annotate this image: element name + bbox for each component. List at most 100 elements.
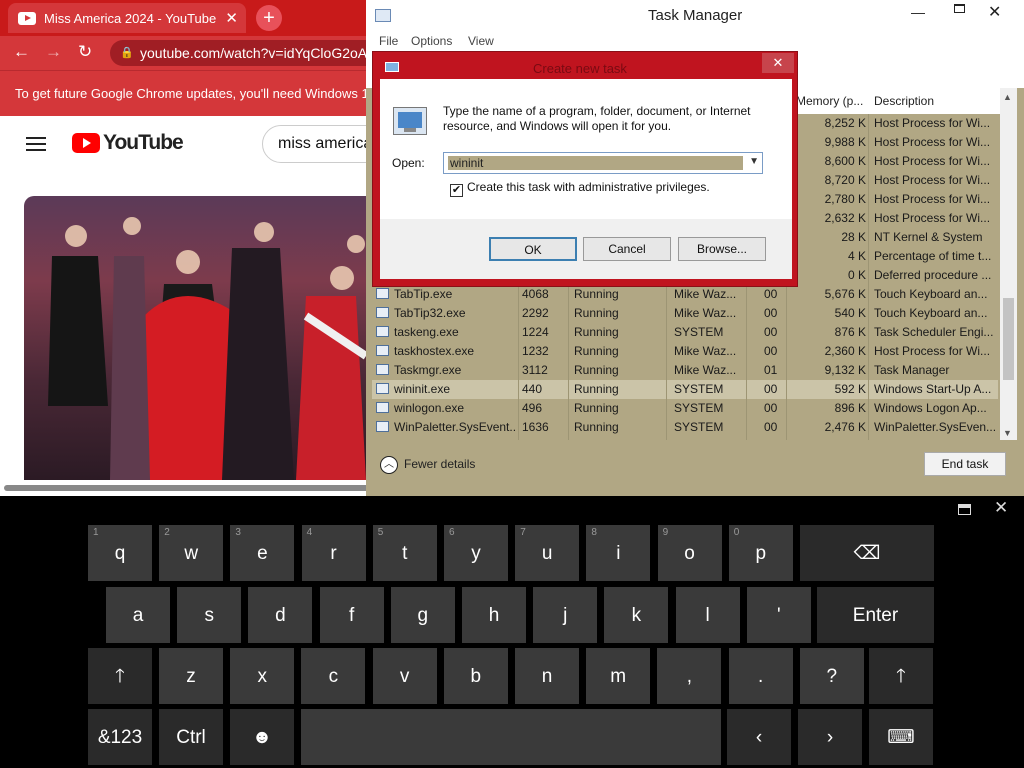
tab-close-icon[interactable]: ✕ <box>225 9 238 27</box>
table-row[interactable]: WinPaletter.SysEvent... 1636 Running SYSTEM… <box>372 418 998 437</box>
cell-name: Taskmgr.exe <box>376 361 516 380</box>
key-row3-1[interactable]: x <box>230 648 295 704</box>
key-row3-4[interactable]: b <box>443 648 508 704</box>
table-row[interactable]: wininit.exe 440 Running SYSTEM 00 592 K Window… <box>372 380 998 399</box>
ok-button[interactable]: OK <box>489 237 577 261</box>
browser-tab[interactable]: Miss America 2024 - YouTube ✕ <box>8 3 246 33</box>
back-arrow-icon[interactable]: ← <box>13 42 30 62</box>
cancel-button[interactable]: Cancel <box>583 237 671 261</box>
key-o[interactable]: 9o <box>657 525 722 581</box>
video-player[interactable] <box>24 196 370 480</box>
key-q[interactable]: 1q <box>88 525 152 581</box>
space-key[interactable] <box>301 709 721 765</box>
right-arrow-key[interactable]: › <box>798 709 862 765</box>
key-row3-3[interactable]: v <box>372 648 437 704</box>
key-row2-9[interactable]: ' <box>746 587 811 643</box>
key-i[interactable]: 8i <box>586 525 651 581</box>
key-row2-5[interactable]: h <box>462 587 526 643</box>
key-r[interactable]: 4r <box>301 525 366 581</box>
hamburger-menu-icon[interactable] <box>26 137 46 151</box>
address-bar[interactable]: 🔒 youtube.com/watch?v=idYqCloG2oA <box>110 40 370 66</box>
key-t[interactable]: 5t <box>372 525 437 581</box>
youtube-search-input[interactable]: miss america <box>262 125 370 163</box>
shift-right-key[interactable]: 🡑 <box>869 648 933 704</box>
key-label: a <box>132 605 144 626</box>
process-icon <box>376 364 389 375</box>
key-y[interactable]: 6y <box>444 525 508 581</box>
open-combobox[interactable]: wininit ▼ <box>443 152 763 174</box>
maximize-icon[interactable] <box>954 4 965 13</box>
cell-mem: 540 K <box>792 304 866 323</box>
cell-pid: 496 <box>522 399 562 418</box>
key-row3-0[interactable]: z <box>159 648 223 704</box>
key-row2-3[interactable]: f <box>319 587 384 643</box>
key-row3-6[interactable]: m <box>586 648 651 704</box>
key-row2-0[interactable]: a <box>106 587 170 643</box>
column-memory[interactable]: Memory (p... <box>796 94 863 108</box>
key-row2-1[interactable]: s <box>177 587 242 643</box>
youtube-logo-icon[interactable] <box>72 133 100 153</box>
new-tab-button[interactable]: + <box>256 5 282 31</box>
scroll-down-icon[interactable]: ▼ <box>1003 428 1012 438</box>
scroll-up-icon[interactable]: ▲ <box>1003 92 1012 102</box>
browse-button[interactable]: Browse... <box>678 237 766 261</box>
key-row3-7[interactable]: , <box>657 648 722 704</box>
key-label: n <box>541 666 553 687</box>
table-row[interactable]: taskhostex.exe 1232 Running Mike Waz... 00 2,… <box>372 342 998 361</box>
key-p[interactable]: 0p <box>728 525 793 581</box>
key-label: x <box>257 666 267 687</box>
horizontal-scrollbar[interactable] <box>4 485 370 491</box>
key-row2-8[interactable]: l <box>675 587 740 643</box>
key-row2-4[interactable]: g <box>390 587 455 643</box>
key-row2-6[interactable]: j <box>533 587 598 643</box>
menu-view[interactable]: View <box>468 34 494 48</box>
key-e[interactable]: 3e <box>230 525 295 581</box>
key-row3-2[interactable]: c <box>301 648 366 704</box>
shift-left-key[interactable]: 🡑 <box>88 648 152 704</box>
chevron-down-icon[interactable]: ▼ <box>749 156 759 167</box>
backspace-key[interactable]: ⌫ <box>800 525 934 581</box>
table-row[interactable]: Taskmgr.exe 3112 Running Mike Waz... 01 9,132… <box>372 361 998 380</box>
checkbox-check-icon[interactable]: ✔ <box>450 184 463 197</box>
close-icon[interactable]: ✕ <box>988 2 1001 22</box>
key-label: h <box>488 605 500 626</box>
cell-name: wininit.exe <box>376 380 516 399</box>
minimize-icon[interactable]: — <box>911 4 925 20</box>
dialog-close-icon[interactable]: ✕ <box>762 53 794 73</box>
cell-text: Running <box>574 382 619 396</box>
table-row[interactable]: winlogon.exe 496 Running SYSTEM 00 896 K Windo… <box>372 399 998 418</box>
table-row[interactable]: TabTip32.exe 2292 Running Mike Waz... 00 540 … <box>372 304 998 323</box>
numbers-key[interactable]: &123 <box>88 709 152 765</box>
emoji-key[interactable]: ☻ <box>230 709 294 765</box>
admin-privileges-checkbox[interactable]: ✔ Create this task with administrative pr… <box>450 180 710 197</box>
cell-text: Task Manager <box>874 363 950 377</box>
end-task-button[interactable]: End task <box>924 452 1006 476</box>
enter-key[interactable]: Enter <box>817 587 934 643</box>
ctrl-key[interactable]: Ctrl <box>159 709 223 765</box>
menu-options[interactable]: Options <box>411 34 452 48</box>
column-description[interactable]: Description <box>874 94 934 108</box>
chrome-window: Miss America 2024 - YouTube ✕ + ← → ↻ 🔒 … <box>0 0 370 496</box>
key-row3-5[interactable]: n <box>515 648 579 704</box>
scroll-thumb[interactable] <box>1003 298 1014 380</box>
key-row2-7[interactable]: k <box>604 587 669 643</box>
youtube-wordmark[interactable]: YouTube <box>103 131 184 155</box>
key-row2-2[interactable]: d <box>248 587 313 643</box>
keyboard-close-icon[interactable]: ✕ <box>994 498 1008 518</box>
left-arrow-key[interactable]: ‹ <box>727 709 791 765</box>
table-row[interactable]: TabTip.exe 4068 Running Mike Waz... 00 5,676 … <box>372 285 998 304</box>
key-row3-9[interactable]: ? <box>799 648 864 704</box>
vertical-scrollbar[interactable]: ▲ ▼ <box>1000 88 1017 440</box>
key-label: Enter <box>852 605 899 626</box>
forward-arrow-icon[interactable]: → <box>45 42 62 62</box>
key-row3-8[interactable]: . <box>728 648 793 704</box>
keyboard-dock-icon[interactable] <box>958 504 971 515</box>
table-row[interactable]: taskeng.exe 1224 Running SYSTEM 00 876 K Task … <box>372 323 998 342</box>
key-u[interactable]: 7u <box>515 525 580 581</box>
menu-file[interactable]: File <box>379 34 398 48</box>
key-w[interactable]: 2w <box>159 525 224 581</box>
fewer-details-link[interactable]: ︿ Fewer details <box>380 456 475 474</box>
reload-icon[interactable]: ↻ <box>78 42 92 62</box>
open-input[interactable]: wininit <box>448 156 743 170</box>
keyboard-layout-key[interactable]: ⌨ <box>869 709 933 765</box>
